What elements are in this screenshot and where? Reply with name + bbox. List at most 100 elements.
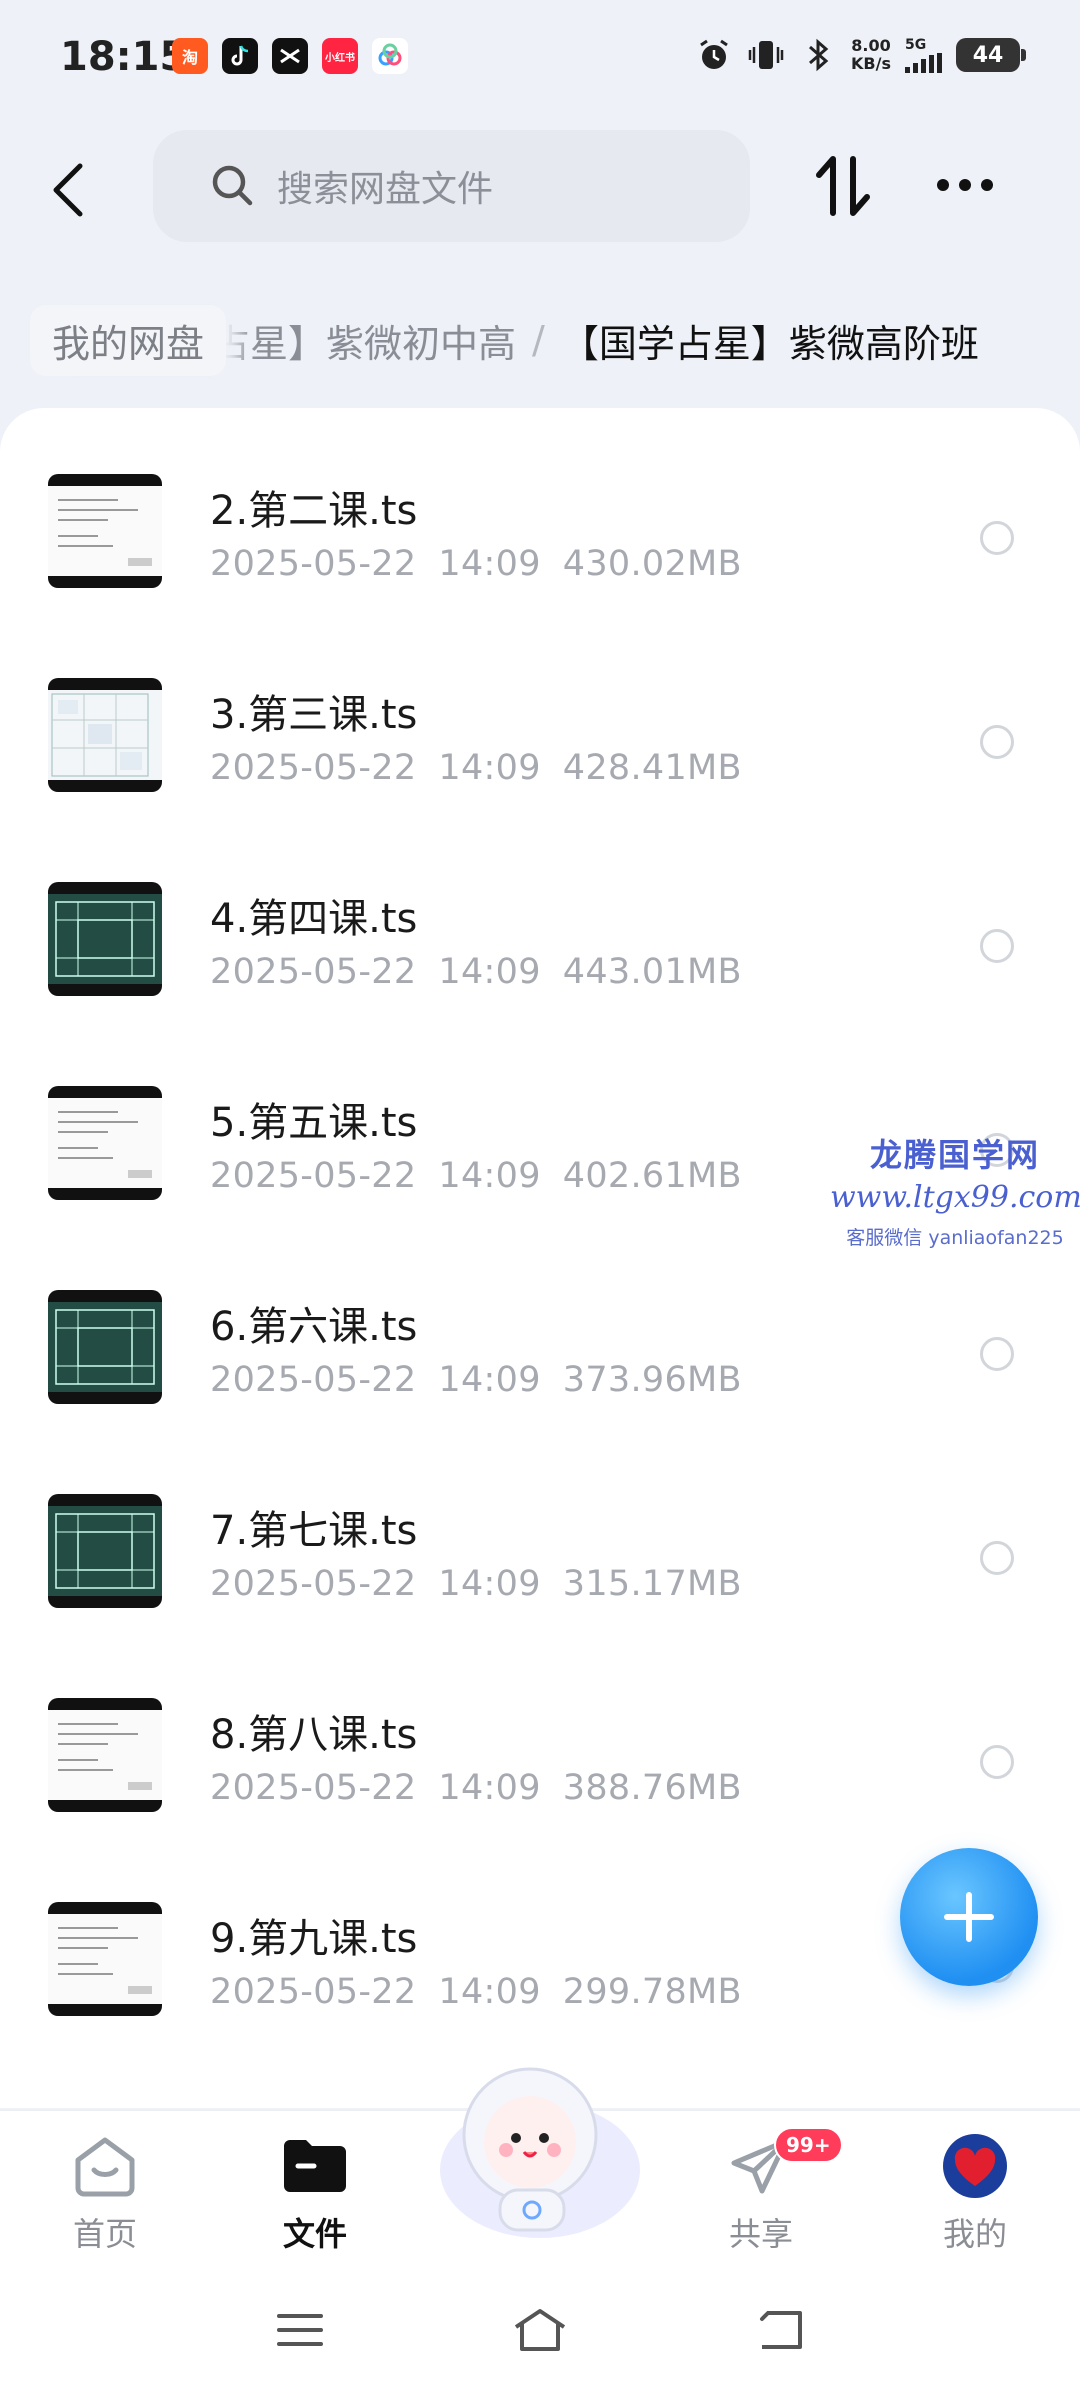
file-name: 2.第二课.ts [210,488,418,534]
netdisk-file-page: 18:15 淘 小红书 8.00 KB/s 5G 44 搜索网盘文件 我的网盘 … [0,0,1080,2400]
select-radio[interactable] [980,1541,1014,1575]
nav-share-label: 共享 [728,2215,793,2253]
video-thumbnail [48,1086,162,1200]
nav-files[interactable]: 文件 [240,2131,390,2255]
file-meta: 2025-05-22 14:09 402.61MB [210,1156,764,1196]
home-button[interactable] [510,2300,570,2360]
folder-icon [280,2131,350,2201]
video-thumbnail [48,1290,162,1404]
select-radio[interactable] [980,725,1014,759]
file-date: 2025-05-22 [210,748,417,788]
file-time: 14:09 [438,1564,541,1604]
more-options-button[interactable] [930,160,1000,210]
video-thumbnail [48,1698,162,1812]
nav-home[interactable]: 首页 [30,2131,180,2255]
file-row[interactable]: 6.第六课.ts 2025-05-22 14:09 373.96MB [0,1254,1080,1458]
file-meta: 2025-05-22 14:09 315.17MB [210,1564,764,1604]
file-time: 14:09 [438,952,541,992]
back-button[interactable] [40,150,96,230]
search-placeholder: 搜索网盘文件 [277,169,494,210]
mascot-astronaut-icon[interactable] [430,2050,650,2250]
file-meta: 2025-05-22 14:09 430.02MB [210,544,764,584]
file-date: 2025-05-22 [210,544,417,584]
nav-mine-label: 我的 [942,2215,1007,2253]
file-name: 3.第三课.ts [210,692,418,738]
file-time: 14:09 [438,544,541,584]
taobao-icon: 淘 [172,38,208,74]
home-smile-icon [70,2131,140,2201]
file-meta: 2025-05-22 14:09 299.78MB [210,1972,764,2012]
watermark-contact: 客服微信 yanliaofan225 [846,1227,1064,1249]
status-time: 18:15 [60,34,188,80]
plus-icon [944,1892,994,1942]
back-nav-button[interactable] [750,2300,810,2360]
bluetooth-icon [799,36,837,74]
alarm-icon [695,36,733,74]
file-date: 2025-05-22 [210,1156,417,1196]
video-thumbnail [48,1902,162,2016]
breadcrumb-root[interactable]: 我的网盘 [30,304,227,376]
signal-bars-icon [905,53,942,73]
file-name: 9.第九课.ts [210,1916,418,1962]
file-time: 14:09 [438,1156,541,1196]
sort-arrows-icon [816,156,870,216]
breadcrumb: 我的网盘 占星】紫微初中高 / 【国学占星】紫微高阶班 [30,300,1070,380]
nav-share[interactable]: 99+ 共享 [686,2127,843,2255]
file-size: 402.61MB [562,1156,742,1196]
file-date: 2025-05-22 [210,952,417,992]
breadcrumb-separator: / [532,318,545,362]
status-right: 8.00 KB/s 5G 44 [695,36,1026,74]
select-radio[interactable] [980,1337,1014,1371]
add-button[interactable] [900,1848,1038,1986]
file-row[interactable]: 8.第八课.ts 2025-05-22 14:09 388.76MB [0,1662,1080,1866]
back-arrow-icon [760,2311,802,2349]
file-meta: 2025-05-22 14:09 388.76MB [210,1768,764,1808]
breadcrumb-current: 【国学占星】紫微高阶班 [560,321,979,366]
sort-button[interactable] [810,150,876,222]
video-thumbnail [48,474,162,588]
file-time: 14:09 [438,1768,541,1808]
watermark: 龙腾国学网 www.ltgx99.com 客服微信 yanliaofan225 [830,1130,1080,1250]
file-list: 2.第二课.ts 2025-05-22 14:09 430.02MB 3.第三课.ts 2… [0,438,1080,2070]
nav-home-label: 首页 [72,2215,137,2253]
file-time: 14:09 [438,1360,541,1400]
chevron-left-icon [53,163,83,217]
baidu-netdisk-icon [372,38,408,74]
file-size: 373.96MB [562,1360,742,1400]
vibrate-icon [747,36,785,74]
file-name: 7.第七课.ts [210,1508,418,1554]
file-meta: 2025-05-22 14:09 428.41MB [210,748,764,788]
file-name: 4.第四课.ts [210,896,418,942]
file-size: 443.01MB [562,952,742,992]
file-size: 315.17MB [562,1564,742,1604]
battery-indicator: 44 [956,38,1026,72]
more-dots-icon [937,179,993,191]
menu-lines-icon [277,2314,323,2346]
file-row[interactable]: 4.第四课.ts 2025-05-22 14:09 443.01MB [0,846,1080,1050]
select-radio[interactable] [980,929,1014,963]
file-name: 8.第八课.ts [210,1712,418,1758]
file-row[interactable]: 7.第七课.ts 2025-05-22 14:09 315.17MB [0,1458,1080,1662]
menu-button[interactable] [270,2300,330,2360]
breadcrumb-parent[interactable]: 占星】紫微初中高 [212,313,516,368]
status-bar: 18:15 淘 小红书 8.00 KB/s 5G 44 [0,0,1080,120]
watermark-title: 龙腾国学网 [869,1136,1040,1174]
status-app-icons: 淘 小红书 [172,38,408,74]
select-radio[interactable] [980,521,1014,555]
nav-mine[interactable]: 我的 [900,2131,1050,2255]
home-icon [514,2309,566,2351]
watermark-url: www.ltgx99.com [830,1180,1080,1215]
file-date: 2025-05-22 [210,1564,417,1604]
file-row[interactable]: 2.第二课.ts 2025-05-22 14:09 430.02MB [0,438,1080,642]
search-input[interactable]: 搜索网盘文件 [153,130,750,242]
file-row[interactable]: 3.第三课.ts 2025-05-22 14:09 428.41MB [0,642,1080,846]
file-size: 388.76MB [562,1768,742,1808]
file-size: 430.02MB [562,544,742,584]
file-list-card: 2.第二课.ts 2025-05-22 14:09 430.02MB 3.第三课.ts 2… [0,408,1080,2108]
xiaohongshu-icon: 小红书 [322,38,358,74]
file-meta: 2025-05-22 14:09 373.96MB [210,1360,764,1400]
select-radio[interactable] [980,1745,1014,1779]
nav-files-label: 文件 [282,2215,347,2253]
avatar [940,2131,1010,2201]
file-time: 14:09 [438,1972,541,2012]
